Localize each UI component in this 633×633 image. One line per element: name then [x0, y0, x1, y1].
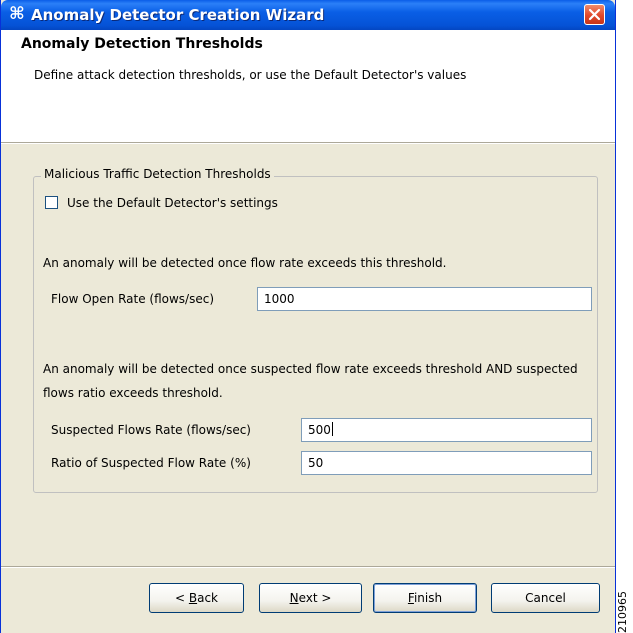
close-icon [588, 8, 601, 21]
suspected-ratio-label: Ratio of Suspected Flow Rate (%) [51, 456, 251, 470]
finish-label: inish [413, 591, 443, 605]
figure-id: 210965 [616, 591, 629, 633]
thresholds-group [33, 176, 598, 493]
footer-separator [1, 566, 615, 568]
next-button[interactable]: Next > [259, 583, 362, 613]
page-description: Define attack detection thresholds, or u… [34, 68, 467, 82]
back-label: ack [197, 591, 218, 605]
flow-open-rate-input[interactable]: 1000 [257, 287, 592, 311]
back-mnemonic: B [188, 591, 198, 605]
next-mnemonic: N [289, 591, 299, 605]
app-icon: ⌘ [9, 4, 25, 24]
next-label: ext > [298, 591, 332, 605]
use-default-checkbox[interactable] [45, 196, 58, 209]
use-default-label[interactable]: Use the Default Detector's settings [67, 196, 278, 210]
suspected-flows-rate-input[interactable]: 500 [301, 418, 592, 442]
suspected-rate-description: An anomaly will be detected once suspect… [43, 362, 578, 400]
suspected-flows-rate-label: Suspected Flows Rate (flows/sec) [51, 423, 251, 437]
back-prefix: < [174, 591, 189, 605]
page-title: Anomaly Detection Thresholds [21, 36, 263, 52]
title-bar[interactable]: ⌘ Anomaly Detector Creation Wizard [1, 0, 615, 30]
window-title: Anomaly Detector Creation Wizard [31, 6, 325, 24]
back-button[interactable]: < Back [149, 583, 244, 613]
flow-rate-description: An anomaly will be detected once flow ra… [43, 256, 447, 270]
close-button[interactable] [584, 4, 605, 25]
text-cursor [331, 422, 333, 436]
finish-button[interactable]: Finish [373, 583, 477, 613]
suspected-flows-rate-value: 500 [308, 423, 331, 437]
suspected-ratio-input[interactable]: 50 [301, 451, 592, 475]
wizard-window: ⌘ Anomaly Detector Creation Wizard Anoma… [0, 0, 616, 633]
header-separator [1, 142, 615, 144]
flow-open-rate-label: Flow Open Rate (flows/sec) [51, 292, 215, 306]
cancel-button[interactable]: Cancel [491, 583, 600, 613]
group-title: Malicious Traffic Detection Thresholds [41, 167, 274, 181]
